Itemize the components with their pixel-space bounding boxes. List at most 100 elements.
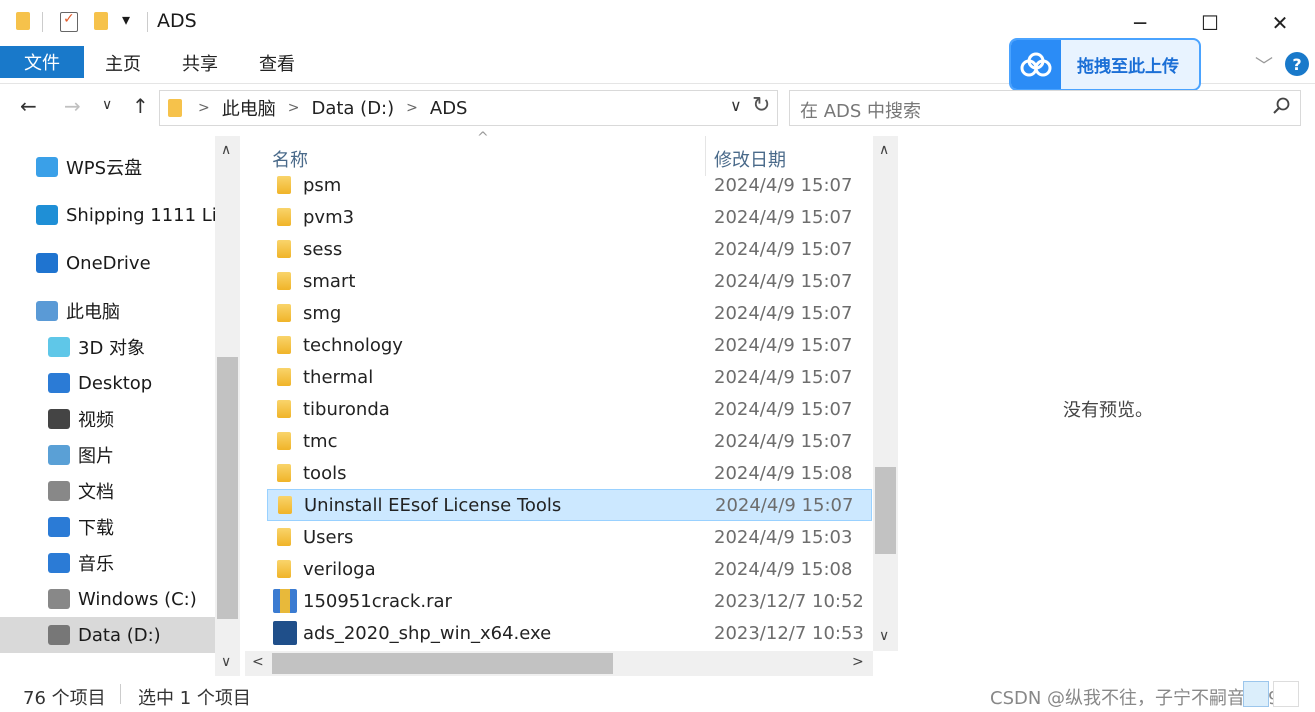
nav-item[interactable]: Data (D:) [0, 617, 215, 653]
forward-button[interactable]: → [64, 94, 81, 118]
breadcrumb-data-d[interactable]: Data (D:) [311, 98, 394, 119]
properties-icon[interactable] [60, 11, 78, 32]
folder-icon [168, 99, 182, 117]
file-row[interactable]: Users 2024/4/9 15:03 [267, 521, 872, 553]
recent-locations-chevron-icon[interactable]: ∨ [102, 97, 112, 113]
nav-item[interactable]: 视频 [0, 401, 215, 437]
folder-icon [277, 272, 291, 290]
file-row[interactable]: ads_2020_shp_win_x64.exe 2023/12/7 10:53 [267, 617, 872, 649]
folder-icon [277, 208, 291, 226]
sort-ascending-icon: ^ [477, 130, 489, 146]
search-input[interactable]: 在 ADS 中搜索 [789, 90, 1301, 126]
file-row[interactable]: Uninstall EEsof License Tools 2024/4/9 15… [267, 489, 872, 521]
file-name: veriloga [303, 558, 376, 580]
breadcrumb-separator: > [198, 100, 210, 116]
file-row[interactable]: smart 2024/4/9 15:07 [267, 265, 872, 297]
up-button[interactable]: ↑ [132, 94, 149, 118]
help-icon[interactable]: ? [1285, 52, 1309, 76]
file-name: tiburonda [303, 398, 390, 420]
nav-item[interactable]: OneDrive [0, 245, 215, 281]
list-scroll-left-icon[interactable]: < [252, 654, 264, 670]
file-name: thermal [303, 366, 374, 388]
file-date: 2024/4/9 15:07 [714, 174, 853, 196]
file-name: tools [303, 462, 347, 484]
nav-item[interactable]: 音乐 [0, 545, 215, 581]
breadcrumb-this-pc[interactable]: 此电脑 [222, 95, 276, 121]
nav-item-label: 3D 对象 [78, 338, 146, 359]
nav-item-label: 视频 [78, 410, 114, 431]
nav-scroll-up-icon[interactable]: ∧ [221, 142, 231, 158]
file-row[interactable]: thermal 2024/4/9 15:07 [267, 361, 872, 393]
list-scroll-up-icon[interactable]: ∧ [879, 142, 889, 158]
close-button[interactable]: ✕ [1245, 0, 1315, 46]
file-row[interactable]: tiburonda 2024/4/9 15:07 [267, 393, 872, 425]
file-name: 150951crack.rar [303, 590, 452, 612]
nav-item[interactable]: 此电脑 [0, 293, 215, 329]
tab-share[interactable]: 共享 [182, 50, 218, 76]
file-date: 2024/4/9 15:07 [714, 334, 853, 356]
folder-icon [277, 176, 291, 194]
file-row[interactable]: tools 2024/4/9 15:08 [267, 457, 872, 489]
tab-view[interactable]: 查看 [259, 50, 295, 76]
nav-item[interactable]: 图片 [0, 437, 215, 473]
file-date: 2024/4/9 15:07 [714, 238, 853, 260]
file-row[interactable]: smg 2024/4/9 15:07 [267, 297, 872, 329]
file-row[interactable]: psm 2024/4/9 15:07 [267, 169, 872, 201]
back-button[interactable]: ← [20, 94, 37, 118]
list-scroll-down-icon[interactable]: ∨ [879, 628, 889, 644]
wps-cloud-icon [36, 157, 58, 177]
nav-item[interactable]: 3D 对象 [0, 329, 215, 365]
nav-item[interactable]: Shipping 1111 Li [0, 197, 215, 233]
file-list-vertical-scrollbar-thumb[interactable] [875, 467, 896, 554]
file-name: sess [303, 238, 343, 260]
file-date: 2023/12/7 10:52 [714, 590, 864, 612]
file-row[interactable]: tmc 2024/4/9 15:07 [267, 425, 872, 457]
search-icon[interactable] [1272, 97, 1290, 115]
nav-item-label: Desktop [78, 372, 153, 394]
details-view-button[interactable] [1243, 681, 1269, 707]
file-name: tmc [303, 430, 338, 452]
new-folder-icon[interactable] [94, 12, 108, 30]
breadcrumb-ads[interactable]: ADS [430, 98, 468, 119]
divider [147, 12, 148, 32]
file-list-vertical-scrollbar[interactable] [873, 136, 898, 651]
onedrive-icon [36, 253, 58, 273]
nav-scroll-down-icon[interactable]: ∨ [221, 654, 231, 670]
nav-item[interactable]: 文档 [0, 473, 215, 509]
search-placeholder: 在 ADS 中搜索 [800, 101, 922, 122]
no-preview-text: 没有预览。 [1063, 400, 1153, 421]
nav-pane-scrollbar-thumb[interactable] [217, 357, 238, 619]
folder-icon [277, 368, 291, 386]
nav-item[interactable]: Desktop [0, 365, 215, 401]
nav-item[interactable]: 下载 [0, 509, 215, 545]
file-name: smart [303, 270, 356, 292]
file-date: 2024/4/9 15:07 [714, 270, 853, 292]
file-row[interactable]: sess 2024/4/9 15:07 [267, 233, 872, 265]
nav-item-label: 图片 [78, 446, 114, 467]
nav-item-label: 下载 [78, 518, 114, 539]
divider [42, 12, 43, 32]
list-scroll-right-icon[interactable]: > [852, 654, 864, 670]
installer-icon [273, 621, 297, 645]
expand-ribbon-chevron-icon[interactable]: ﹀ [1255, 52, 1273, 78]
breadcrumb-separator: > [406, 100, 418, 116]
download-icon [48, 517, 70, 537]
cloud-icon [1011, 40, 1061, 89]
file-row[interactable]: pvm3 2024/4/9 15:07 [267, 201, 872, 233]
nav-item[interactable]: Windows (C:) [0, 581, 215, 617]
file-list-horizontal-scrollbar-thumb[interactable] [272, 653, 613, 674]
file-row[interactable]: technology 2024/4/9 15:07 [267, 329, 872, 361]
tab-home[interactable]: 主页 [105, 50, 141, 76]
tab-file[interactable]: 文件 [0, 46, 84, 78]
file-row[interactable]: veriloga 2024/4/9 15:08 [267, 553, 872, 585]
drag-upload-button[interactable]: 拖拽至此上传 [1009, 38, 1201, 91]
large-icons-view-button[interactable] [1273, 681, 1299, 707]
customize-quick-access-dropdown[interactable]: ▾ [122, 10, 130, 29]
address-dropdown-chevron-icon[interactable]: ∨ [730, 96, 742, 115]
file-row[interactable]: 150951crack.rar 2023/12/7 10:52 [267, 585, 872, 617]
refresh-button[interactable]: ↻ [752, 93, 770, 118]
documents-icon [48, 481, 70, 501]
nav-item[interactable]: WPS云盘 [0, 149, 215, 185]
nav-item-label: OneDrive [66, 252, 151, 274]
address-bar[interactable]: > 此电脑 > Data (D:) > ADS [159, 90, 778, 126]
